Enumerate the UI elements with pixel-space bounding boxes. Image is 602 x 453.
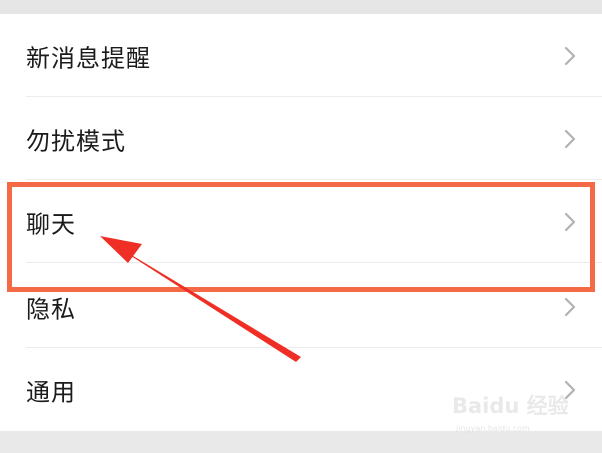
settings-item-privacy[interactable]: 隐私	[0, 265, 602, 348]
chevron-right-icon	[564, 297, 576, 316]
settings-item-label: 隐私	[26, 295, 76, 323]
settings-item-label: 通用	[26, 378, 76, 406]
chevron-right-icon	[564, 46, 576, 65]
top-strip	[0, 0, 602, 14]
settings-screen: 新消息提醒 勿扰模式 聊天 隐私 通用 Baidu 经验 jingyan.bai…	[0, 0, 602, 453]
chevron-right-icon	[564, 129, 576, 148]
settings-list: 新消息提醒 勿扰模式 聊天 隐私 通用	[0, 14, 602, 431]
settings-item-do-not-disturb[interactable]: 勿扰模式	[0, 97, 602, 180]
chevron-right-icon	[564, 380, 576, 399]
settings-item-general[interactable]: 通用	[0, 348, 602, 431]
bottom-strip	[0, 431, 602, 453]
settings-item-new-message-notification[interactable]: 新消息提醒	[0, 14, 602, 97]
settings-item-chat[interactable]: 聊天	[0, 180, 602, 263]
settings-item-label: 新消息提醒	[26, 44, 151, 72]
divider	[26, 262, 602, 263]
settings-item-label: 聊天	[26, 210, 76, 238]
chevron-right-icon	[564, 212, 576, 231]
settings-item-label: 勿扰模式	[26, 127, 126, 155]
